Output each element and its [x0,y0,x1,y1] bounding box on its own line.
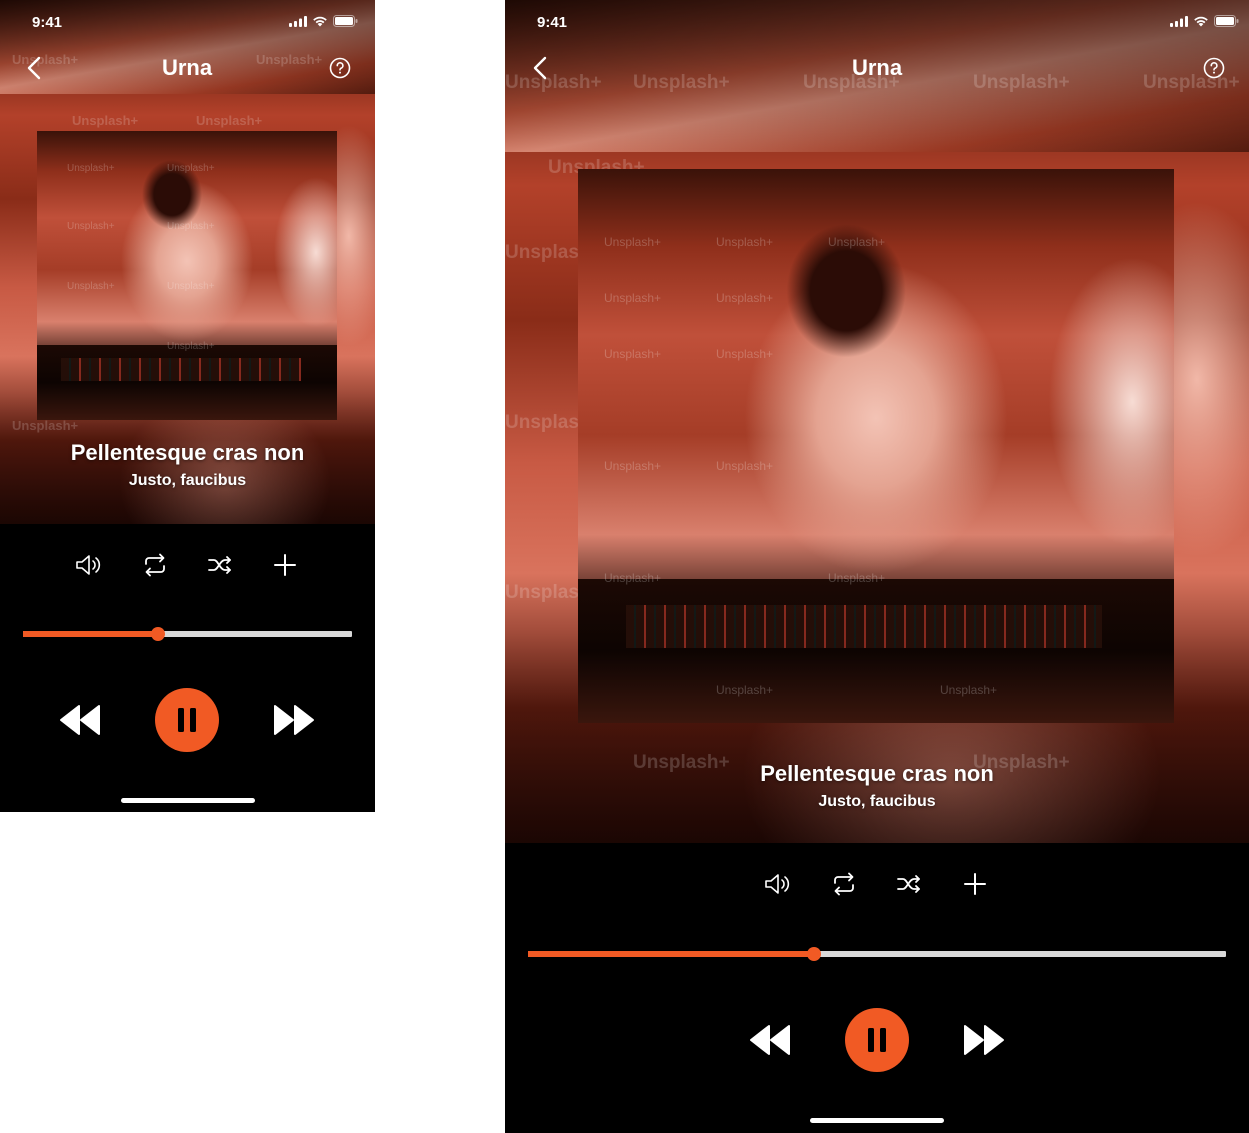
album-art: Unsplash+ Unsplash+ Unsplash+ Unsplash+ … [578,169,1174,723]
page-title: Urna [851,55,903,80]
song-subtitle: Justo, faucibus [818,793,936,810]
watermark: Unsplash+ [167,341,215,352]
repeat-button[interactable] [140,550,170,580]
shuffle-button[interactable] [205,550,235,580]
fast-forward-icon [274,705,314,735]
volume-icon [76,555,101,575]
song-title: Pellentesque cras non [70,440,305,465]
status-bar: 9:41 [0,0,375,44]
volume-icon [765,874,790,894]
home-indicator[interactable] [810,1118,944,1123]
previous-button[interactable] [57,703,103,737]
help-button[interactable] [326,54,354,82]
status-icons [289,15,358,27]
add-button[interactable] [270,550,300,580]
song-subtitle: Justo, faucibus [128,472,247,489]
pause-icon [868,1028,886,1052]
watermark: Unsplash+ [604,235,662,249]
shuffle-icon [897,875,920,893]
chevron-left-icon [533,56,547,80]
watermark: Unsplash+ [716,683,774,697]
help-button[interactable] [1200,54,1228,82]
watermark: Unsplash+ [716,347,774,361]
watermark: Unsplash+ [716,235,774,249]
chevron-left-icon [27,56,41,80]
watermark: Unsplash+ [604,291,662,305]
watermark: Unsplash+ [67,281,115,292]
battery-icon [1214,15,1239,27]
rewind-icon [60,705,100,735]
cellular-signal-icon [1170,15,1188,27]
help-circle-icon [1203,57,1225,79]
watermark: Unsplash+ [167,281,215,292]
watermark: Unsplash+ [940,683,998,697]
progress-bar[interactable] [528,947,1226,961]
status-bar: 9:41 [505,0,1249,44]
home-indicator[interactable] [121,798,255,803]
pause-icon [178,708,196,732]
watermark: Unsplash+ [604,459,662,473]
watermark: Unsplash+ [67,221,115,232]
progress-fill [528,951,815,957]
progress-knob[interactable] [150,627,165,641]
repeat-icon [834,872,854,896]
battery-icon [333,15,358,27]
status-time: 9:41 [537,14,568,31]
watermark: Unsplash+ [828,571,886,585]
volume-button[interactable] [763,869,793,899]
add-button[interactable] [960,869,990,899]
watermark: Unsplash+ [67,163,115,174]
progress-knob[interactable] [807,947,822,961]
progress-bar[interactable] [23,627,352,641]
album-art: Unsplash+ Unsplash+ Unsplash+ Unsplash+ … [37,131,337,420]
repeat-icon [145,553,165,577]
fast-forward-icon [964,1025,1004,1055]
back-button[interactable] [20,54,48,82]
watermark: Unsplash+ [167,221,215,232]
watermark: Unsplash+ [604,347,662,361]
previous-button[interactable] [747,1023,793,1057]
song-title: Pellentesque cras non [760,761,994,786]
cellular-signal-icon [289,15,307,27]
plus-icon [964,873,986,895]
status-icons [1170,15,1239,27]
watermark: Unsplash+ [167,163,215,174]
shuffle-icon [208,556,231,574]
next-button[interactable] [961,1023,1007,1057]
progress-fill [23,631,158,637]
wifi-icon [313,16,327,27]
repeat-button[interactable] [829,869,859,899]
watermark: Unsplash+ [828,235,886,249]
watermark: Unsplash+ [716,291,774,305]
player-screen-large: Unsplash+ Unsplash+ Unsplash+ Unsplash+ … [505,0,1249,1133]
rewind-icon [750,1025,790,1055]
status-time: 9:41 [32,14,63,31]
back-button[interactable] [526,54,554,82]
next-button[interactable] [271,703,317,737]
watermark: Unsplash+ [604,571,662,585]
pause-button[interactable] [845,1008,909,1072]
pause-button[interactable] [155,688,219,752]
page-title: Urna [161,55,213,80]
player-screen-small: Unsplash+ Unsplash+ Unsplash+ Unsplash+ … [0,0,375,812]
watermark: Unsplash+ [716,459,774,473]
wifi-icon [1194,16,1208,27]
volume-button[interactable] [74,550,104,580]
plus-icon [274,554,296,576]
shuffle-button[interactable] [894,869,924,899]
help-circle-icon [329,57,351,79]
